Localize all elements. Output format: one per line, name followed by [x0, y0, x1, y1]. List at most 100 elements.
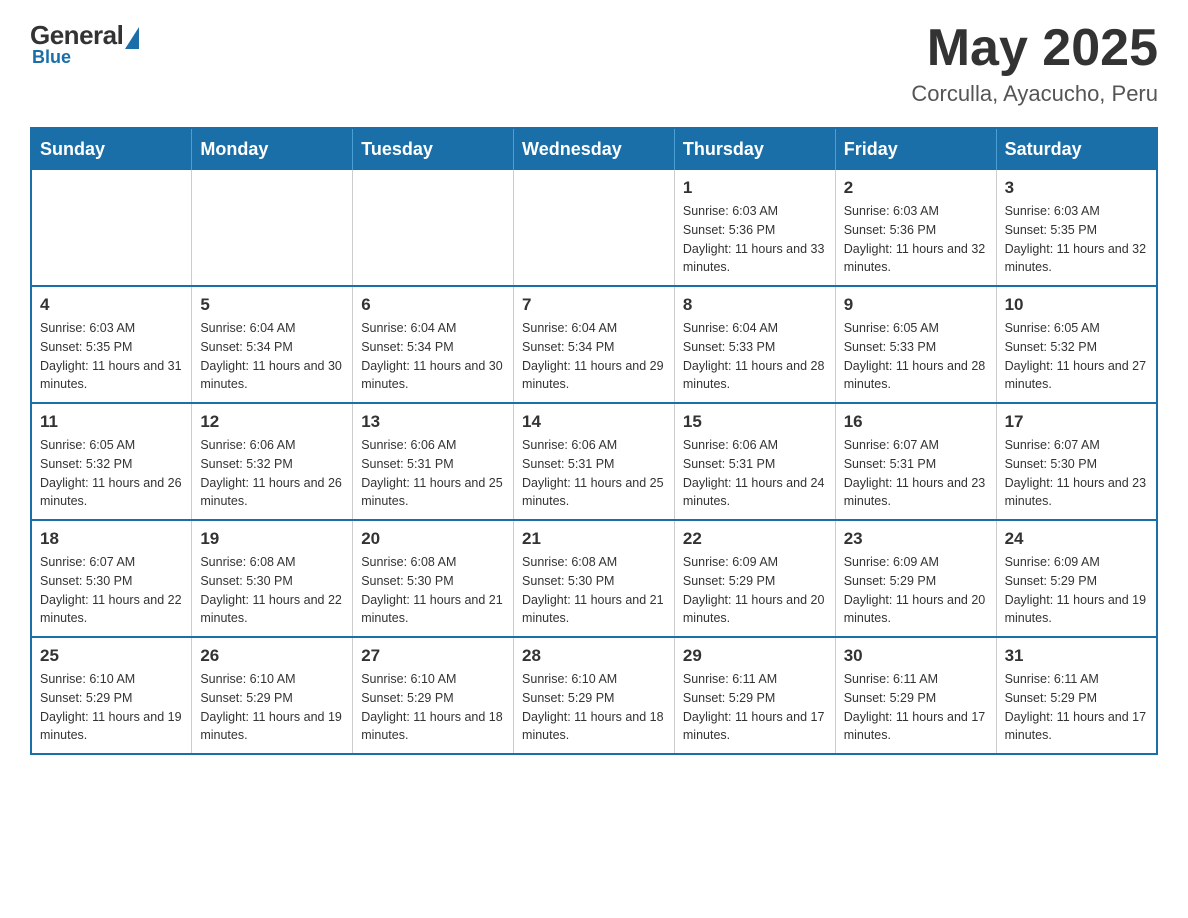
day-info: Sunrise: 6:07 AMSunset: 5:31 PMDaylight:…	[844, 436, 988, 511]
day-info: Sunrise: 6:06 AMSunset: 5:31 PMDaylight:…	[683, 436, 827, 511]
table-row: 9 Sunrise: 6:05 AMSunset: 5:33 PMDaylight…	[835, 286, 996, 403]
day-info: Sunrise: 6:09 AMSunset: 5:29 PMDaylight:…	[844, 553, 988, 628]
day-number: 16	[844, 412, 988, 432]
day-number: 20	[361, 529, 505, 549]
day-info: Sunrise: 6:08 AMSunset: 5:30 PMDaylight:…	[522, 553, 666, 628]
day-info: Sunrise: 6:05 AMSunset: 5:33 PMDaylight:…	[844, 319, 988, 394]
day-info: Sunrise: 6:04 AMSunset: 5:34 PMDaylight:…	[361, 319, 505, 394]
calendar-header-row: Sunday Monday Tuesday Wednesday Thursday…	[31, 128, 1157, 170]
day-info: Sunrise: 6:10 AMSunset: 5:29 PMDaylight:…	[522, 670, 666, 745]
table-row: 14Sunrise: 6:06 AMSunset: 5:31 PMDayligh…	[514, 403, 675, 520]
calendar-week-row: 25Sunrise: 6:10 AMSunset: 5:29 PMDayligh…	[31, 637, 1157, 754]
day-info: Sunrise: 6:06 AMSunset: 5:31 PMDaylight:…	[522, 436, 666, 511]
table-row: 17 Sunrise: 6:07 AMSunset: 5:30 PMDayligh…	[996, 403, 1157, 520]
logo: General Blue	[30, 20, 139, 68]
table-row: 25Sunrise: 6:10 AMSunset: 5:29 PMDayligh…	[31, 637, 192, 754]
day-info: Sunrise: 6:11 AMSunset: 5:29 PMDaylight:…	[683, 670, 827, 745]
table-row: 2 Sunrise: 6:03 AMSunset: 5:36 PMDaylight…	[835, 170, 996, 286]
day-info: Sunrise: 6:09 AMSunset: 5:29 PMDaylight:…	[683, 553, 827, 628]
day-number: 2	[844, 178, 988, 198]
table-row: 21 Sunrise: 6:08 AMSunset: 5:30 PMDayligh…	[514, 520, 675, 637]
table-row	[514, 170, 675, 286]
day-info: Sunrise: 6:10 AMSunset: 5:29 PMDaylight:…	[40, 670, 183, 745]
month-year-title: May 2025	[911, 20, 1158, 77]
calendar-week-row: 1Sunrise: 6:03 AMSunset: 5:36 PMDaylight…	[31, 170, 1157, 286]
table-row	[353, 170, 514, 286]
day-info: Sunrise: 6:04 AMSunset: 5:34 PMDaylight:…	[200, 319, 344, 394]
logo-blue-text: Blue	[30, 47, 71, 68]
day-number: 11	[40, 412, 183, 432]
day-number: 19	[200, 529, 344, 549]
table-row: 15 Sunrise: 6:06 AMSunset: 5:31 PMDayligh…	[674, 403, 835, 520]
day-info: Sunrise: 6:03 AMSunset: 5:35 PMDaylight:…	[40, 319, 183, 394]
col-wednesday: Wednesday	[514, 128, 675, 170]
day-info: Sunrise: 6:03 AMSunset: 5:36 PMDaylight:…	[683, 202, 827, 277]
table-row: 29 Sunrise: 6:11 AMSunset: 5:29 PMDayligh…	[674, 637, 835, 754]
table-row: 28 Sunrise: 6:10 AMSunset: 5:29 PMDayligh…	[514, 637, 675, 754]
day-number: 13	[361, 412, 505, 432]
day-info: Sunrise: 6:06 AMSunset: 5:31 PMDaylight:…	[361, 436, 505, 511]
table-row: 10 Sunrise: 6:05 AMSunset: 5:32 PMDayligh…	[996, 286, 1157, 403]
day-number: 23	[844, 529, 988, 549]
day-number: 24	[1005, 529, 1148, 549]
calendar-week-row: 4 Sunrise: 6:03 AMSunset: 5:35 PMDaylight…	[31, 286, 1157, 403]
day-info: Sunrise: 6:05 AMSunset: 5:32 PMDaylight:…	[1005, 319, 1148, 394]
day-number: 6	[361, 295, 505, 315]
day-number: 12	[200, 412, 344, 432]
page-header: General Blue May 2025 Corculla, Ayacucho…	[30, 20, 1158, 107]
day-info: Sunrise: 6:07 AMSunset: 5:30 PMDaylight:…	[40, 553, 183, 628]
table-row: 31 Sunrise: 6:11 AMSunset: 5:29 PMDayligh…	[996, 637, 1157, 754]
table-row	[192, 170, 353, 286]
day-number: 5	[200, 295, 344, 315]
day-info: Sunrise: 6:11 AMSunset: 5:29 PMDaylight:…	[1005, 670, 1148, 745]
day-number: 29	[683, 646, 827, 666]
day-info: Sunrise: 6:08 AMSunset: 5:30 PMDaylight:…	[361, 553, 505, 628]
table-row: 4 Sunrise: 6:03 AMSunset: 5:35 PMDaylight…	[31, 286, 192, 403]
table-row: 5 Sunrise: 6:04 AMSunset: 5:34 PMDaylight…	[192, 286, 353, 403]
table-row: 1Sunrise: 6:03 AMSunset: 5:36 PMDaylight…	[674, 170, 835, 286]
day-number: 31	[1005, 646, 1148, 666]
day-number: 3	[1005, 178, 1148, 198]
col-thursday: Thursday	[674, 128, 835, 170]
table-row: 3Sunrise: 6:03 AMSunset: 5:35 PMDaylight…	[996, 170, 1157, 286]
day-number: 10	[1005, 295, 1148, 315]
table-row: 30Sunrise: 6:11 AMSunset: 5:29 PMDayligh…	[835, 637, 996, 754]
col-sunday: Sunday	[31, 128, 192, 170]
day-number: 4	[40, 295, 183, 315]
day-number: 30	[844, 646, 988, 666]
location-subtitle: Corculla, Ayacucho, Peru	[911, 81, 1158, 107]
day-number: 21	[522, 529, 666, 549]
day-info: Sunrise: 6:04 AMSunset: 5:34 PMDaylight:…	[522, 319, 666, 394]
calendar-week-row: 18 Sunrise: 6:07 AMSunset: 5:30 PMDayligh…	[31, 520, 1157, 637]
day-number: 15	[683, 412, 827, 432]
day-number: 7	[522, 295, 666, 315]
day-number: 22	[683, 529, 827, 549]
day-info: Sunrise: 6:07 AMSunset: 5:30 PMDaylight:…	[1005, 436, 1148, 511]
col-friday: Friday	[835, 128, 996, 170]
logo-triangle-icon	[125, 27, 139, 49]
table-row: 26 Sunrise: 6:10 AMSunset: 5:29 PMDayligh…	[192, 637, 353, 754]
day-number: 8	[683, 295, 827, 315]
col-saturday: Saturday	[996, 128, 1157, 170]
day-number: 26	[200, 646, 344, 666]
day-number: 28	[522, 646, 666, 666]
day-info: Sunrise: 6:10 AMSunset: 5:29 PMDaylight:…	[200, 670, 344, 745]
calendar-week-row: 11Sunrise: 6:05 AMSunset: 5:32 PMDayligh…	[31, 403, 1157, 520]
day-info: Sunrise: 6:10 AMSunset: 5:29 PMDaylight:…	[361, 670, 505, 745]
table-row: 8Sunrise: 6:04 AMSunset: 5:33 PMDaylight…	[674, 286, 835, 403]
day-info: Sunrise: 6:06 AMSunset: 5:32 PMDaylight:…	[200, 436, 344, 511]
table-row: 13 Sunrise: 6:06 AMSunset: 5:31 PMDayligh…	[353, 403, 514, 520]
calendar-table: Sunday Monday Tuesday Wednesday Thursday…	[30, 127, 1158, 755]
col-tuesday: Tuesday	[353, 128, 514, 170]
table-row: 12 Sunrise: 6:06 AMSunset: 5:32 PMDayligh…	[192, 403, 353, 520]
table-row: 24Sunrise: 6:09 AMSunset: 5:29 PMDayligh…	[996, 520, 1157, 637]
table-row: 27Sunrise: 6:10 AMSunset: 5:29 PMDayligh…	[353, 637, 514, 754]
table-row: 23 Sunrise: 6:09 AMSunset: 5:29 PMDayligh…	[835, 520, 996, 637]
day-info: Sunrise: 6:08 AMSunset: 5:30 PMDaylight:…	[200, 553, 344, 628]
day-number: 17	[1005, 412, 1148, 432]
day-number: 18	[40, 529, 183, 549]
table-row: 22 Sunrise: 6:09 AMSunset: 5:29 PMDayligh…	[674, 520, 835, 637]
table-row: 7 Sunrise: 6:04 AMSunset: 5:34 PMDaylight…	[514, 286, 675, 403]
day-number: 9	[844, 295, 988, 315]
day-info: Sunrise: 6:03 AMSunset: 5:36 PMDaylight:…	[844, 202, 988, 277]
